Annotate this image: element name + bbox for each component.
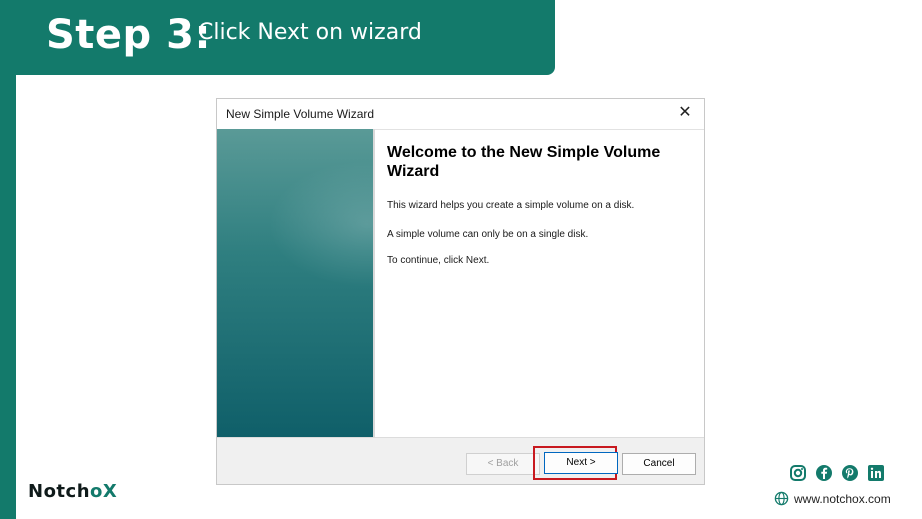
website-url[interactable]: www.notchox.com [794, 492, 891, 506]
step-banner: Step 3: Click Next on wizard [0, 0, 555, 75]
wizard-content: Welcome to the New Simple Volume Wizard … [387, 143, 687, 266]
wizard-side-panel [217, 129, 373, 437]
wizard-titlebar: New Simple Volume Wizard ✕ [217, 99, 704, 130]
wizard-paragraph-3: To continue, click Next. [387, 255, 490, 266]
wizard-screenshot: New Simple Volume Wizard ✕ Welcome to th… [216, 98, 705, 485]
website-link[interactable]: www.notchox.com [774, 491, 891, 506]
back-button[interactable]: < Back [466, 453, 540, 475]
side-divider [373, 129, 375, 437]
pinterest-icon[interactable] [841, 464, 859, 482]
logo-text: Notch [28, 481, 91, 502]
social-links [789, 464, 885, 482]
facebook-icon[interactable] [815, 464, 833, 482]
step-number: Step 3: [46, 12, 211, 58]
step-instruction: Click Next on wizard [198, 20, 422, 45]
logo-x: oX [90, 481, 118, 502]
wizard-paragraph-1: This wizard helps you create a simple vo… [387, 200, 635, 211]
wizard-paragraph-2: A simple volume can only be on a single … [387, 229, 589, 240]
left-accent-bar [0, 0, 16, 519]
wizard-title: New Simple Volume Wizard [226, 107, 375, 121]
instagram-icon[interactable] [789, 464, 807, 482]
globe-icon [774, 491, 789, 506]
cancel-button[interactable]: Cancel [622, 453, 696, 475]
linkedin-icon[interactable] [867, 464, 885, 482]
brand-logo: NotchoX [28, 481, 117, 502]
close-icon[interactable]: ✕ [676, 104, 694, 122]
wizard-heading: Welcome to the New Simple Volume Wizard [387, 144, 661, 180]
wizard-footer: < Back Next > Cancel [217, 437, 704, 484]
next-button[interactable]: Next > [544, 452, 618, 474]
